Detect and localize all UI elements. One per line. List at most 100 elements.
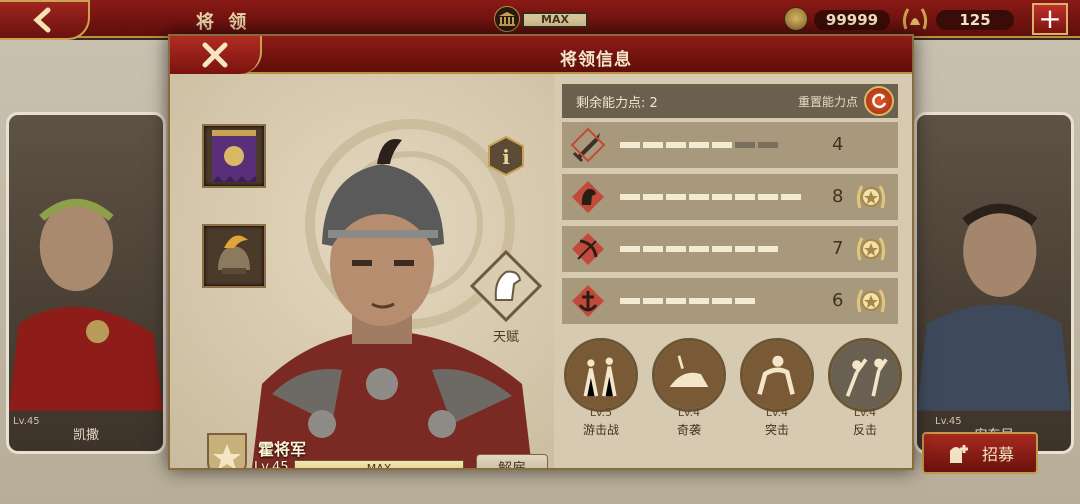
stat-segment [643,246,663,252]
stat-segment [666,194,686,200]
stat-row[interactable]: 8 [562,174,898,220]
skill-raid[interactable]: Lv.4 奇袭 [652,338,726,438]
skill-name: 突击 [764,423,789,437]
experience-bar: MAX [294,460,464,468]
skill-assault[interactable]: Lv.4 突击 [740,338,814,438]
skill-icon [828,338,902,412]
stat-progress-bar [620,194,801,200]
stat-progress-bar [620,142,778,148]
general-info-modal: 将领信息 i 天赋 霍将军 Lv.45 剩余能力点: 2 重置能力点 4 8 7… [168,34,914,470]
skill-level: Lv.5 [589,406,613,419]
hero-level: Lv.45 [254,460,289,468]
stat-segment [758,246,778,252]
stat-value: 8 [832,186,844,207]
coin-count: 99999 [814,10,890,30]
general-card-left[interactable]: Lv.45 凯撒 [6,112,166,454]
stat-segment [735,246,755,252]
skill-name: 奇袭 [676,423,701,437]
skill-icon [652,338,726,412]
refresh-icon [872,93,887,109]
recruit-icon [949,445,968,463]
stat-segment [643,194,663,200]
plus-icon: + [1038,2,1062,35]
skill-icon [564,338,638,412]
skill-counter[interactable]: Lv.4 反击 [828,338,902,438]
skill-name: 反击 [852,423,877,437]
general-card-right[interactable]: Lv.45 安东尼 [914,112,1074,454]
recruit-label: 招募 [981,445,1014,464]
hero-name: 霍将军 [258,440,307,459]
stat-segment [620,246,640,252]
stat-segment [758,194,778,200]
stat-row[interactable]: 4 [562,122,898,168]
stat-row[interactable]: 7 [562,226,898,272]
skill-level: Lv.4 [677,406,701,419]
stat-value: 6 [832,290,844,311]
stat-row[interactable]: 6 [562,278,898,324]
back-button[interactable] [0,0,90,40]
dismiss-button[interactable]: 解雇 [476,454,548,468]
general-name-left: 凯撒 [72,428,99,443]
stat-segment [643,298,663,304]
star-medal-icon [856,289,886,313]
attributes-panel: 剩余能力点: 2 重置能力点 4876 Lv.5 游击战 Lv.4 奇袭 Lv.4 突击 L… [562,84,902,464]
modal-header: 将领信息 [170,36,912,74]
stat-segment [620,194,640,200]
stat-segment [689,298,709,304]
stat-segment [643,142,663,148]
top-bar: 将 领 MAX 99999 125 + [0,0,1080,40]
laurel-count: 125 [936,10,1014,30]
skill-level: Lv.4 [853,406,877,419]
coin-icon [784,7,808,31]
stat-segment [620,298,640,304]
stat-segment [712,194,732,200]
stat-segment [758,142,778,148]
back-arrow-icon [33,7,51,33]
general-portrait-left [9,198,163,411]
stat-segment [620,142,640,148]
add-resource-button[interactable]: + [1032,3,1068,35]
reset-button[interactable] [864,86,894,116]
stat-progress-bar [620,298,755,304]
anchor-icon [572,285,604,317]
modal-title: 将领信息 [560,50,632,70]
remaining-points: 剩余能力点: 2 [576,95,658,111]
stat-segment [735,142,755,148]
stat-segment [689,194,709,200]
hero-portrait [252,139,532,468]
stat-segment [666,142,686,148]
reset-points: 重置能力点 [798,86,894,116]
stat-segment [781,194,801,200]
stat-segment [689,246,709,252]
stat-segment [666,298,686,304]
rank-star-badge [207,433,247,468]
reset-label: 重置能力点 [797,94,858,109]
hero-panel: i 天赋 霍将军 Lv.45 MAX [170,74,554,468]
stat-segment [712,298,732,304]
stat-segment [689,142,709,148]
stat-progress-bar [620,246,778,252]
general-portrait-right [917,203,1071,411]
stat-value: 4 [832,134,844,155]
skill-guerrilla[interactable]: Lv.5 游击战 [564,338,638,438]
sword-icon [570,127,606,163]
stat-segment [735,194,755,200]
capacity-indicator: MAX [522,12,588,28]
laurel-helmet-icon [902,8,928,30]
horse-icon [572,181,604,213]
stat-segment [712,246,732,252]
ability-points-bar: 剩余能力点: 2 重置能力点 [562,84,898,118]
temple-icon [494,6,520,32]
bow-icon [572,233,604,265]
skill-level: Lv.4 [765,406,789,419]
star-medal-icon [856,237,886,261]
page-title: 将 领 [196,12,251,33]
stat-segment [735,298,755,304]
star-medal-icon [856,185,886,209]
skill-name: 游击战 [582,423,619,437]
stat-value: 7 [832,238,844,259]
stat-segment [712,142,732,148]
stat-segment [666,246,686,252]
recruit-button[interactable]: 招募 [922,432,1038,474]
skill-icon [740,338,814,412]
